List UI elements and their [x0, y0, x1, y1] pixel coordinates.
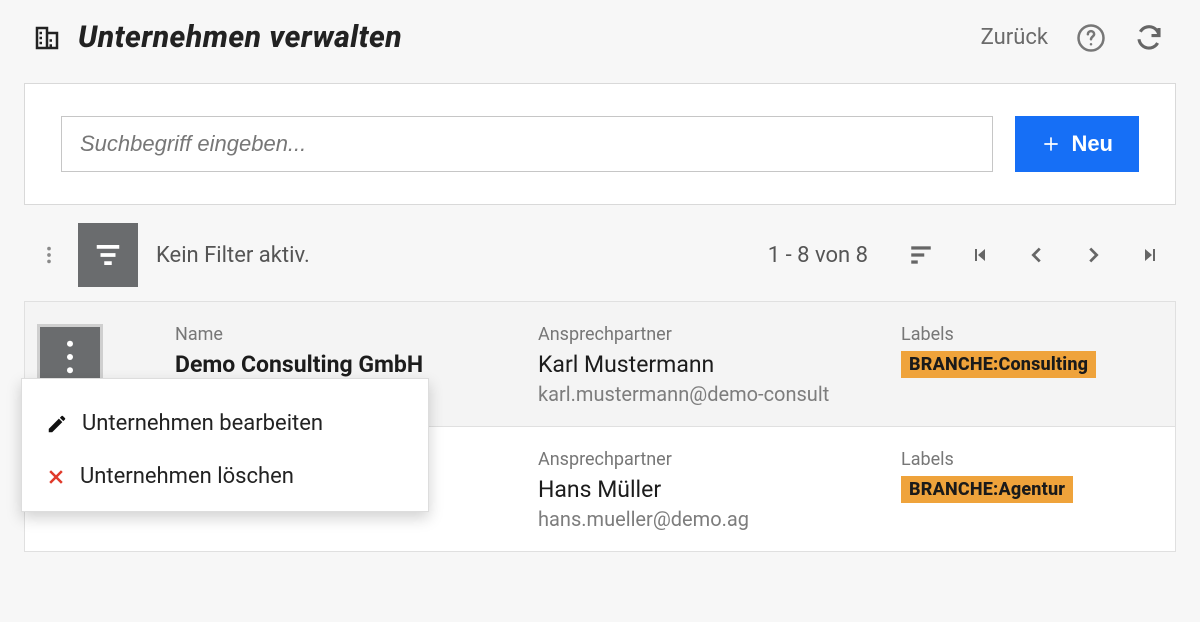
- next-page-icon[interactable]: [1082, 244, 1104, 266]
- column-label-labels: Labels: [901, 449, 1161, 470]
- column-label-contact: Ansprechpartner: [538, 449, 901, 470]
- contact-email: karl.mustermann@demo-consult: [538, 382, 901, 406]
- page-header-left: Unternehmen verwalten: [32, 20, 402, 55]
- search-input[interactable]: [61, 116, 993, 172]
- contact-name: Karl Mustermann: [538, 351, 901, 378]
- delete-company-label: Unternehmen löschen: [80, 464, 294, 489]
- help-icon[interactable]: [1076, 23, 1106, 53]
- first-page-icon[interactable]: [968, 243, 992, 267]
- pager-text: 1 - 8 von 8: [768, 243, 868, 268]
- label-tag: BRANCHE:Agentur: [901, 476, 1073, 503]
- column-label-contact: Ansprechpartner: [538, 324, 901, 345]
- filter-status: Kein Filter aktiv.: [156, 243, 310, 268]
- company-list: Name Demo Consulting GmbH Ansprechpartne…: [24, 301, 1176, 552]
- list-toolbar: Kein Filter aktiv. 1 - 8 von 8: [24, 219, 1176, 291]
- new-button-label: Neu: [1071, 131, 1113, 157]
- toolbar-right: 1 - 8 von 8: [768, 243, 1162, 268]
- table-row[interactable]: Name Demo Consulting GmbH Ansprechpartne…: [25, 302, 1175, 427]
- search-panel: Neu: [24, 83, 1176, 205]
- company-name: Demo Consulting GmbH: [175, 351, 538, 378]
- edit-icon: [46, 413, 68, 435]
- filter-button[interactable]: [78, 223, 138, 287]
- row-context-menu: Unternehmen bearbeiten Unternehmen lösch…: [21, 378, 429, 512]
- edit-company-label: Unternehmen bearbeiten: [82, 411, 323, 436]
- column-label-name: Name: [175, 324, 538, 345]
- building-icon: [32, 23, 62, 53]
- contact-cell: Ansprechpartner Hans Müller hans.mueller…: [538, 449, 901, 531]
- edit-company-item[interactable]: Unternehmen bearbeiten: [22, 397, 428, 450]
- labels-cell: Labels BRANCHE:Consulting: [901, 324, 1161, 406]
- page-header-right: Zurück: [981, 23, 1164, 53]
- search-row: Neu: [25, 84, 1175, 204]
- more-vert-icon[interactable]: [38, 244, 60, 266]
- column-label-labels: Labels: [901, 324, 1161, 345]
- page-title: Unternehmen verwalten: [78, 20, 402, 55]
- prev-page-icon[interactable]: [1026, 244, 1048, 266]
- labels-cell: Labels BRANCHE:Agentur: [901, 449, 1161, 531]
- page-header: Unternehmen verwalten Zurück: [0, 0, 1200, 63]
- contact-cell: Ansprechpartner Karl Mustermann karl.mus…: [538, 324, 901, 406]
- new-button[interactable]: Neu: [1015, 116, 1139, 172]
- sort-icon[interactable]: [908, 243, 934, 267]
- back-link[interactable]: Zurück: [981, 25, 1048, 50]
- close-icon: [46, 467, 66, 487]
- contact-name: Hans Müller: [538, 476, 901, 503]
- delete-company-item[interactable]: Unternehmen löschen: [22, 450, 428, 503]
- refresh-icon[interactable]: [1134, 23, 1164, 53]
- last-page-icon[interactable]: [1138, 243, 1162, 267]
- toolbar-left: Kein Filter aktiv.: [38, 223, 310, 287]
- contact-email: hans.mueller@demo.ag: [538, 507, 901, 531]
- label-tag: BRANCHE:Consulting: [901, 351, 1096, 378]
- plus-icon: [1041, 134, 1061, 154]
